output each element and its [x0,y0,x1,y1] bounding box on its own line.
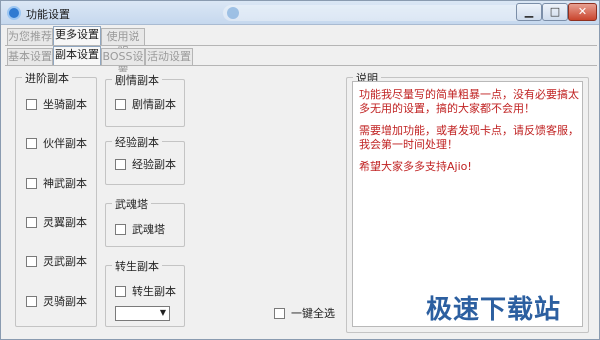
tab-event-settings[interactable]: 活动设置 [145,48,193,65]
tab-dungeon-settings[interactable]: 副本设置 [53,46,101,65]
subtab-divider [5,65,597,66]
checkbox-spirit-wing-dungeon[interactable]: 灵翼副本 [26,214,87,230]
tab-more-settings[interactable]: 更多设置 [53,26,101,45]
tower-title: 武魂塔 [112,196,151,212]
tab-boss-settings[interactable]: BOSS设置 [101,48,145,78]
checkbox-spirit-mount-dungeon[interactable]: 灵骑副本 [26,293,87,309]
advanced-dungeon-title: 进阶副本 [22,70,72,86]
checkbox-rebirth-dungeon[interactable]: 转生副本 [115,283,176,299]
plot-dungeon-title: 剧情副本 [112,72,162,88]
maximize-button[interactable]: □ [542,3,568,21]
checkbox-exp-dungeon[interactable]: 经验副本 [115,156,176,172]
note-line-3: 希望大家多多支持Ajio! [359,160,472,173]
select-all-checkbox[interactable]: 一键全选 [274,305,335,321]
note-line-2: 需要增加功能，或者发现卡点，请反馈客服，我会第一时间处理！ [359,124,579,151]
checkbox-box[interactable] [26,255,37,267]
tab-instructions[interactable]: 使用说明 [101,28,145,58]
settings-window: 功能设置 ▁ □ ✕ 为您推荐 更多设置 使用说明 基本设置 副本设置 BOSS… [0,0,600,340]
tab-basic-settings[interactable]: 基本设置 [7,48,53,65]
exp-dungeon-title: 经验副本 [112,134,162,150]
rebirth-dungeon-title: 转生副本 [112,258,162,274]
rebirth-level-select[interactable]: ▼ [115,306,170,321]
checkbox-partner-dungeon[interactable]: 伙伴副本 [26,135,87,151]
minimize-button[interactable]: ▁ [516,3,542,21]
tab-recommend[interactable]: 为您推荐 [7,28,53,45]
checkbox-tower[interactable]: 武魂塔 [115,221,165,237]
checkbox-box[interactable] [274,307,285,319]
background-blur-bar [223,5,531,21]
checkbox-box[interactable] [115,285,126,297]
checkbox-divine-weapon-dungeon[interactable]: 神武副本 [26,175,87,191]
checkbox-spirit-weapon-dungeon[interactable]: 灵武副本 [26,253,87,269]
app-icon [7,6,21,20]
watermark-logo: 极速下载站 [426,295,562,325]
checkbox-box[interactable] [115,158,126,170]
checkbox-box[interactable] [26,295,37,307]
checkbox-box[interactable] [26,98,37,110]
chevron-down-icon[interactable]: ▼ [160,308,166,317]
close-button[interactable]: ✕ [568,3,597,21]
window-title: 功能设置 [26,8,70,21]
checkbox-box[interactable] [115,223,126,235]
checkbox-box[interactable] [26,216,37,228]
checkbox-plot-dungeon[interactable]: 剧情副本 [115,96,176,112]
advanced-dungeon-group: 进阶副本 [15,70,97,327]
checkbox-box[interactable] [26,137,37,149]
checkbox-box[interactable] [26,177,37,189]
note-line-1: 功能我尽量写的简单粗暴一点，没有必要搞太多无用的设置，搞的大家都不会用！ [359,88,579,115]
title-bar: 功能设置 ▁ □ ✕ [1,1,599,25]
checkbox-box[interactable] [115,98,126,110]
checkbox-mount-dungeon[interactable]: 坐骑副本 [26,96,87,112]
